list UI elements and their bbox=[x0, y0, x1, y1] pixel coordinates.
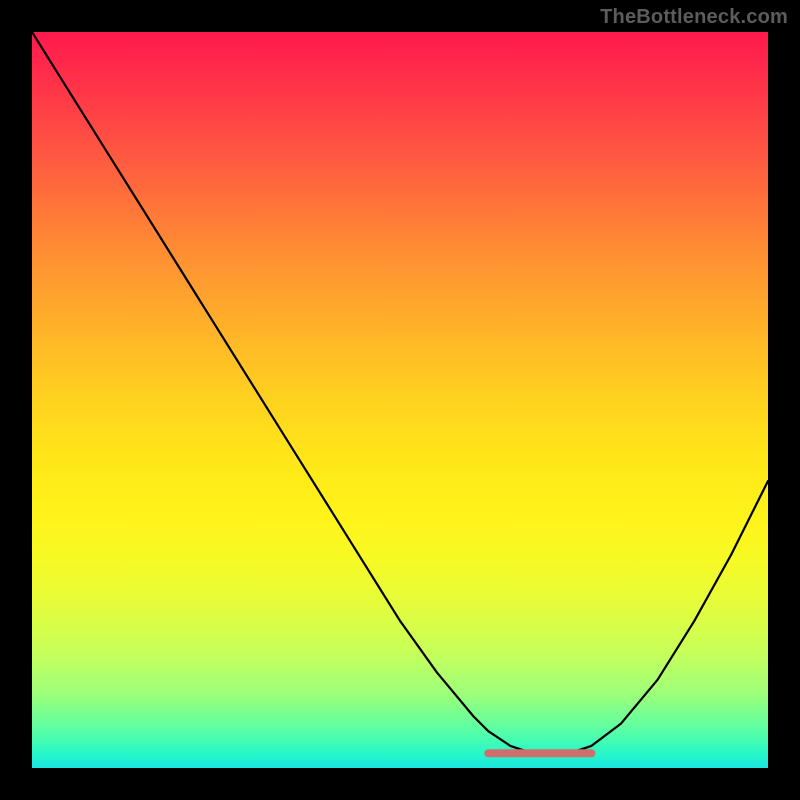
curve-layer bbox=[32, 32, 768, 768]
chart-stage: TheBottleneck.com bbox=[0, 0, 800, 800]
plot-area bbox=[32, 32, 768, 768]
watermark-text: TheBottleneck.com bbox=[600, 6, 788, 29]
bottleneck-curve bbox=[32, 32, 768, 753]
